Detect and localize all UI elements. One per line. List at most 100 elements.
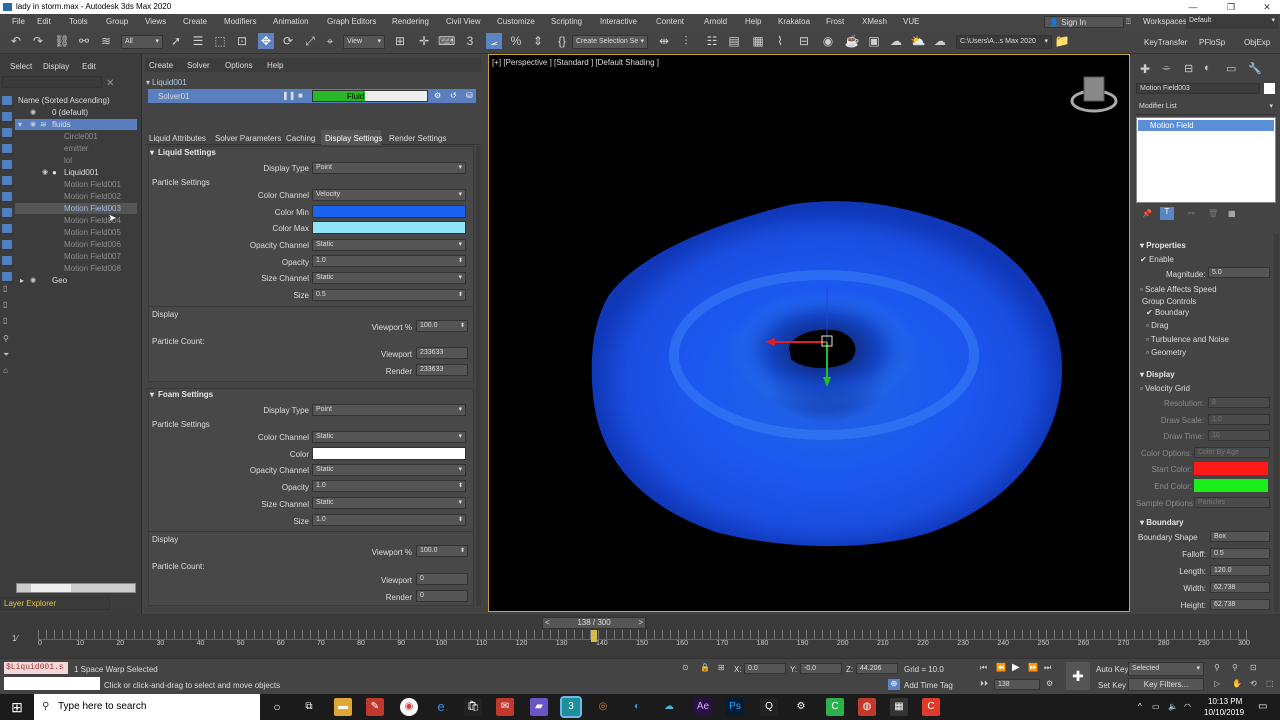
time-slider[interactable]: < 138 / 300 > <box>542 617 646 629</box>
expand-icon[interactable]: ▾ <box>18 119 22 130</box>
configure-sets-icon[interactable]: ▦ <box>1228 209 1236 218</box>
help-icon[interactable]: ⍰ <box>1126 16 1131 28</box>
eye-icon[interactable]: ◉ <box>30 275 36 286</box>
current-frame-field[interactable]: 138 <box>994 679 1040 690</box>
clock-date[interactable]: 10/10/2019 <box>1204 708 1244 717</box>
toggle-layer-explorer-icon[interactable]: ▤ <box>726 33 742 49</box>
workspace-dropdown[interactable]: Default <box>1186 15 1278 29</box>
prev-frame-icon[interactable]: < <box>545 618 550 628</box>
start-color-swatch[interactable] <box>1194 462 1268 475</box>
menu-customize[interactable]: Customize <box>497 17 535 26</box>
project-folder-field[interactable]: C:\Users\A...s Max 2020 <box>956 35 1052 49</box>
modifier-stack-item[interactable]: Motion Field <box>1138 120 1274 131</box>
menu-help[interactable]: Help <box>745 17 761 26</box>
lock-selection-icon[interactable]: 🔒 <box>700 663 710 672</box>
utilities-tab-icon[interactable]: 🔧 <box>1248 62 1262 75</box>
render-iterative-icon[interactable]: ⛅ <box>910 33 926 49</box>
foam-display-type-dropdown[interactable]: Point <box>312 404 466 416</box>
select-move-icon[interactable]: ✥ <box>258 33 274 49</box>
next-key-icon[interactable]: ⏩ <box>1028 663 1038 672</box>
display-tab-icon[interactable]: ▭ <box>1226 62 1236 75</box>
liquid-size-channel-dropdown[interactable]: Static <box>312 272 466 284</box>
prev-key-icon[interactable]: ⏪ <box>996 663 1006 672</box>
height-spinner[interactable]: 62.738 <box>1210 599 1270 610</box>
z-coordinate-field[interactable]: 44.206 <box>856 663 898 674</box>
filter-icon[interactable]: ⏷ <box>3 350 9 360</box>
named-selection-dropdown[interactable]: Create Selection Se <box>572 35 648 49</box>
menu-edit[interactable]: Edit <box>37 17 51 26</box>
display-geometry-icon[interactable] <box>2 112 12 121</box>
liquid-settings-title-arrow[interactable]: ▾ <box>150 148 154 157</box>
keytransfer-button[interactable]: KeyTransfer <box>1144 38 1187 47</box>
scene-sort-header[interactable]: Name (Sorted Ascending) <box>18 96 110 105</box>
expand-icon[interactable]: ▸ <box>20 275 24 286</box>
magnitude-spinner[interactable]: 5.0 <box>1208 267 1270 278</box>
containers-icon[interactable]: ⌂ <box>3 366 8 375</box>
liquid-viewport-pct-spinner[interactable]: 100.0 <box>416 320 468 332</box>
stop-icon[interactable]: ■ <box>298 91 303 100</box>
menu-frost[interactable]: Frost <box>826 17 844 26</box>
solver-row[interactable]: Solver01 ❚❚ ■ Fluid ⚙ ↺ ⛁ <box>148 89 476 103</box>
layer-explorer-dropdown[interactable]: Layer Explorer <box>0 597 110 610</box>
snap-3-icon[interactable]: 3 <box>462 33 478 49</box>
objexp-button[interactable]: ObjExp <box>1244 38 1270 47</box>
tab-liquid-attributes[interactable]: Liquid Attributes <box>149 134 206 143</box>
tab-solver-parameters[interactable]: Solver Parameters <box>215 134 281 143</box>
play-icon[interactable]: ▶ <box>1012 662 1020 673</box>
display-xrefs-icon[interactable] <box>2 224 12 233</box>
clock-time[interactable]: 10:13 PM <box>1208 697 1242 706</box>
tab-render-settings[interactable]: Render Settings <box>389 134 446 143</box>
zoom-all-icon[interactable]: ⚲ <box>1232 663 1238 672</box>
network-icon[interactable]: ▭ <box>1152 702 1160 711</box>
perspective-viewport[interactable]: [+] [Perspective ] [Standard ] [Default … <box>488 54 1130 612</box>
set-key-big-icon[interactable]: ✚ <box>1066 662 1090 690</box>
invert-display-icon[interactable]: ▯ <box>3 316 7 325</box>
color-options-dropdown[interactable]: Color By Age <box>1194 447 1270 458</box>
bind-spacewarp-icon[interactable]: ≋ <box>98 33 114 49</box>
group-turbulence-checkbox[interactable]: ▫ Turbulence and Noise <box>1146 335 1229 344</box>
menu-animation[interactable]: Animation <box>273 17 309 26</box>
scene-menu-display[interactable]: Display <box>43 62 69 71</box>
reference-coord-dropdown[interactable]: View <box>343 35 385 49</box>
menu-views[interactable]: Views <box>145 17 166 26</box>
display-cameras-icon[interactable] <box>2 160 12 169</box>
select-manipulate-icon[interactable]: ✛ <box>416 33 432 49</box>
fov-icon[interactable]: ▷ <box>1214 679 1220 688</box>
properties-rollout[interactable]: ▾ Properties <box>1140 241 1186 250</box>
unlink-icon[interactable]: ⚯ <box>76 33 92 49</box>
track-bar[interactable] <box>38 630 1248 640</box>
motion-tab-icon[interactable]: ◐ <box>1204 62 1211 74</box>
viewcube-icon[interactable] <box>1070 76 1118 113</box>
boundary-shape-dropdown[interactable]: Box <box>1210 531 1270 542</box>
app-c-icon[interactable]: C <box>922 698 940 716</box>
width-spinner[interactable]: 62.738 <box>1210 582 1270 593</box>
scene-search-input[interactable] <box>2 76 102 88</box>
selection-set-dropdown[interactable]: Selected <box>1128 662 1204 676</box>
goto-start-icon[interactable]: ⏮ <box>980 663 987 673</box>
display-none-icon[interactable] <box>2 96 12 105</box>
display-all-icon[interactable]: ▯ <box>3 284 7 293</box>
menu-krakatoa[interactable]: Krakatoa <box>778 17 810 26</box>
liquid-panel-scrollbar[interactable] <box>476 146 481 606</box>
object-name-field[interactable]: Motion Field003 <box>1136 83 1260 94</box>
chrome-icon[interactable]: ◉ <box>400 698 418 716</box>
display-groups-icon[interactable] <box>2 208 12 217</box>
display-helpers-icon[interactable] <box>2 176 12 185</box>
display-lights-icon[interactable] <box>2 144 12 153</box>
calculator-icon[interactable]: ▦ <box>890 698 908 716</box>
time-tag-icon[interactable]: ⊕ <box>888 679 900 690</box>
render-setup-icon[interactable]: ☕ <box>844 33 860 49</box>
menu-tools[interactable]: Tools <box>69 17 88 26</box>
menu-graph-editors[interactable]: Graph Editors <box>327 17 376 26</box>
material-editor-icon[interactable]: ◉ <box>820 33 836 49</box>
create-tab-icon[interactable]: ✚ <box>1140 62 1150 76</box>
tray-chevron-icon[interactable]: ^ <box>1138 702 1142 711</box>
eye-icon[interactable]: ◉ <box>30 119 36 130</box>
app-red-icon[interactable]: ✎ <box>366 698 384 716</box>
pause-icon[interactable]: ❚❚ <box>282 91 295 100</box>
cortana-icon[interactable]: ○ <box>268 698 286 716</box>
select-object-icon[interactable]: ➚ <box>168 33 184 49</box>
display-containers-icon[interactable] <box>2 256 12 265</box>
length-spinner[interactable]: 120.0 <box>1210 565 1270 576</box>
tree-row-fluids[interactable]: ▾ ◉ ≋ fluids <box>15 119 137 130</box>
